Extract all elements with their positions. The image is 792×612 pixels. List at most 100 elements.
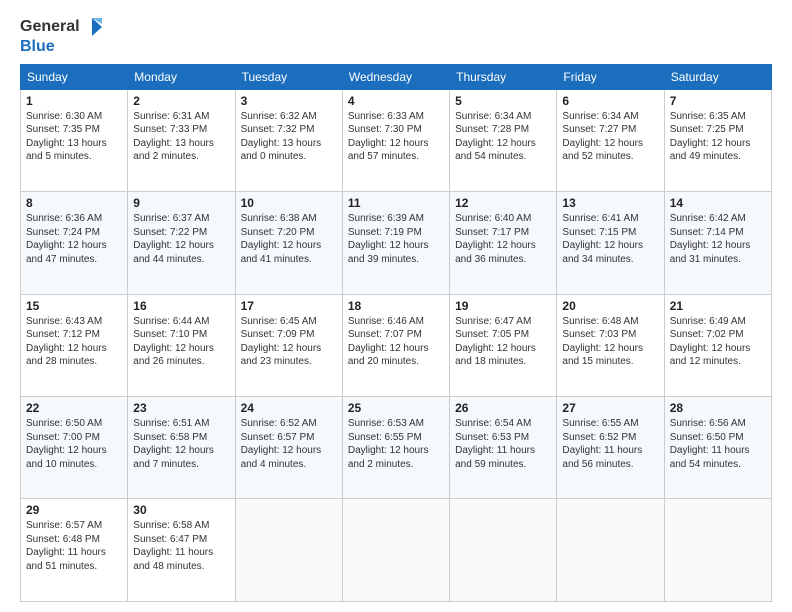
day-info: Sunrise: 6:33 AM Sunset: 7:30 PM Dayligh…	[348, 110, 444, 164]
day-info: Sunrise: 6:40 AM Sunset: 7:17 PM Dayligh…	[455, 212, 551, 266]
calendar-cell: 1 Sunrise: 6:30 AM Sunset: 7:35 PM Daylig…	[21, 89, 128, 191]
day-of-week-header: Tuesday	[235, 64, 342, 89]
day-info: Sunrise: 6:42 AM Sunset: 7:14 PM Dayligh…	[670, 212, 766, 266]
calendar-cell	[235, 499, 342, 602]
day-number: 2	[133, 94, 229, 108]
day-number: 14	[670, 196, 766, 210]
day-info: Sunrise: 6:50 AM Sunset: 7:00 PM Dayligh…	[26, 417, 122, 471]
calendar-week-row: 22 Sunrise: 6:50 AM Sunset: 7:00 PM Dayli…	[21, 397, 772, 499]
day-info: Sunrise: 6:47 AM Sunset: 7:05 PM Dayligh…	[455, 315, 551, 369]
day-number: 25	[348, 401, 444, 415]
day-number: 18	[348, 299, 444, 313]
logo-blue: Blue	[20, 38, 55, 56]
day-number: 24	[241, 401, 337, 415]
day-info: Sunrise: 6:51 AM Sunset: 6:58 PM Dayligh…	[133, 417, 229, 471]
day-info: Sunrise: 6:35 AM Sunset: 7:25 PM Dayligh…	[670, 110, 766, 164]
calendar-cell: 17 Sunrise: 6:45 AM Sunset: 7:09 PM Dayli…	[235, 294, 342, 396]
day-number: 1	[26, 94, 122, 108]
day-info: Sunrise: 6:58 AM Sunset: 6:47 PM Dayligh…	[133, 519, 229, 573]
calendar-cell: 22 Sunrise: 6:50 AM Sunset: 7:00 PM Dayli…	[21, 397, 128, 499]
calendar-header-row: SundayMondayTuesdayWednesdayThursdayFrid…	[21, 64, 772, 89]
calendar-cell: 10 Sunrise: 6:38 AM Sunset: 7:20 PM Dayli…	[235, 192, 342, 294]
day-info: Sunrise: 6:34 AM Sunset: 7:27 PM Dayligh…	[562, 110, 658, 164]
calendar-cell: 5Sunrise: 6:34 AM Sunset: 7:28 PM Daylig…	[450, 89, 557, 191]
calendar-cell: 16Sunrise: 6:44 AM Sunset: 7:10 PM Dayli…	[128, 294, 235, 396]
day-info: Sunrise: 6:44 AM Sunset: 7:10 PM Dayligh…	[133, 315, 229, 369]
day-of-week-header: Saturday	[664, 64, 771, 89]
calendar-cell: 7 Sunrise: 6:35 AM Sunset: 7:25 PM Daylig…	[664, 89, 771, 191]
day-number: 4	[348, 94, 444, 108]
calendar-cell: 3 Sunrise: 6:32 AM Sunset: 7:32 PM Daylig…	[235, 89, 342, 191]
day-number: 28	[670, 401, 766, 415]
calendar-cell: 29 Sunrise: 6:57 AM Sunset: 6:48 PM Dayli…	[21, 499, 128, 602]
day-info: Sunrise: 6:49 AM Sunset: 7:02 PM Dayligh…	[670, 315, 766, 369]
calendar-cell: 9 Sunrise: 6:37 AM Sunset: 7:22 PM Daylig…	[128, 192, 235, 294]
calendar-cell: 19 Sunrise: 6:47 AM Sunset: 7:05 PM Dayli…	[450, 294, 557, 396]
logo: General Blue	[20, 16, 104, 56]
day-info: Sunrise: 6:32 AM Sunset: 7:32 PM Dayligh…	[241, 110, 337, 164]
calendar-cell	[450, 499, 557, 602]
calendar-week-row: 29 Sunrise: 6:57 AM Sunset: 6:48 PM Dayli…	[21, 499, 772, 602]
calendar-table: SundayMondayTuesdayWednesdayThursdayFrid…	[20, 64, 772, 602]
day-number: 26	[455, 401, 551, 415]
day-number: 9	[133, 196, 229, 210]
day-info: Sunrise: 6:46 AM Sunset: 7:07 PM Dayligh…	[348, 315, 444, 369]
page: General Blue SundayMondayTuesdayWednesda…	[0, 0, 792, 612]
day-number: 15	[26, 299, 122, 313]
day-info: Sunrise: 6:34 AM Sunset: 7:28 PM Dayligh…	[455, 110, 551, 164]
day-info: Sunrise: 6:36 AM Sunset: 7:24 PM Dayligh…	[26, 212, 122, 266]
calendar-cell: 21 Sunrise: 6:49 AM Sunset: 7:02 PM Dayli…	[664, 294, 771, 396]
day-number: 7	[670, 94, 766, 108]
day-number: 30	[133, 503, 229, 517]
day-number: 20	[562, 299, 658, 313]
day-info: Sunrise: 6:41 AM Sunset: 7:15 PM Dayligh…	[562, 212, 658, 266]
calendar-cell: 20 Sunrise: 6:48 AM Sunset: 7:03 PM Dayli…	[557, 294, 664, 396]
day-of-week-header: Monday	[128, 64, 235, 89]
calendar-cell: 2 Sunrise: 6:31 AM Sunset: 7:33 PM Daylig…	[128, 89, 235, 191]
calendar-cell: 25 Sunrise: 6:53 AM Sunset: 6:55 PM Dayli…	[342, 397, 449, 499]
calendar-cell: 27Sunrise: 6:55 AM Sunset: 6:52 PM Dayli…	[557, 397, 664, 499]
day-info: Sunrise: 6:53 AM Sunset: 6:55 PM Dayligh…	[348, 417, 444, 471]
calendar-cell: 26Sunrise: 6:54 AM Sunset: 6:53 PM Dayli…	[450, 397, 557, 499]
calendar-cell: 11 Sunrise: 6:39 AM Sunset: 7:19 PM Dayli…	[342, 192, 449, 294]
day-info: Sunrise: 6:48 AM Sunset: 7:03 PM Dayligh…	[562, 315, 658, 369]
calendar-cell	[664, 499, 771, 602]
calendar-cell: 4 Sunrise: 6:33 AM Sunset: 7:30 PM Daylig…	[342, 89, 449, 191]
day-info: Sunrise: 6:52 AM Sunset: 6:57 PM Dayligh…	[241, 417, 337, 471]
day-info: Sunrise: 6:31 AM Sunset: 7:33 PM Dayligh…	[133, 110, 229, 164]
day-of-week-header: Sunday	[21, 64, 128, 89]
logo-triangle-icon	[82, 16, 104, 38]
day-info: Sunrise: 6:43 AM Sunset: 7:12 PM Dayligh…	[26, 315, 122, 369]
day-info: Sunrise: 6:39 AM Sunset: 7:19 PM Dayligh…	[348, 212, 444, 266]
day-info: Sunrise: 6:45 AM Sunset: 7:09 PM Dayligh…	[241, 315, 337, 369]
day-number: 3	[241, 94, 337, 108]
day-of-week-header: Friday	[557, 64, 664, 89]
day-info: Sunrise: 6:38 AM Sunset: 7:20 PM Dayligh…	[241, 212, 337, 266]
day-of-week-header: Thursday	[450, 64, 557, 89]
day-number: 17	[241, 299, 337, 313]
day-info: Sunrise: 6:55 AM Sunset: 6:52 PM Dayligh…	[562, 417, 658, 471]
logo-general: General	[20, 18, 80, 36]
calendar-cell: 24 Sunrise: 6:52 AM Sunset: 6:57 PM Dayli…	[235, 397, 342, 499]
day-number: 12	[455, 196, 551, 210]
calendar-cell: 13 Sunrise: 6:41 AM Sunset: 7:15 PM Dayli…	[557, 192, 664, 294]
day-number: 21	[670, 299, 766, 313]
day-info: Sunrise: 6:57 AM Sunset: 6:48 PM Dayligh…	[26, 519, 122, 573]
day-of-week-header: Wednesday	[342, 64, 449, 89]
day-number: 22	[26, 401, 122, 415]
calendar-week-row: 15 Sunrise: 6:43 AM Sunset: 7:12 PM Dayli…	[21, 294, 772, 396]
day-number: 11	[348, 196, 444, 210]
calendar-cell: 8 Sunrise: 6:36 AM Sunset: 7:24 PM Daylig…	[21, 192, 128, 294]
day-number: 23	[133, 401, 229, 415]
day-number: 29	[26, 503, 122, 517]
day-number: 8	[26, 196, 122, 210]
day-info: Sunrise: 6:37 AM Sunset: 7:22 PM Dayligh…	[133, 212, 229, 266]
calendar-cell: 6Sunrise: 6:34 AM Sunset: 7:27 PM Daylig…	[557, 89, 664, 191]
day-info: Sunrise: 6:30 AM Sunset: 7:35 PM Dayligh…	[26, 110, 122, 164]
calendar-cell: 14 Sunrise: 6:42 AM Sunset: 7:14 PM Dayli…	[664, 192, 771, 294]
calendar-week-row: 1 Sunrise: 6:30 AM Sunset: 7:35 PM Daylig…	[21, 89, 772, 191]
day-number: 19	[455, 299, 551, 313]
header: General Blue	[20, 16, 772, 56]
day-number: 10	[241, 196, 337, 210]
day-number: 13	[562, 196, 658, 210]
